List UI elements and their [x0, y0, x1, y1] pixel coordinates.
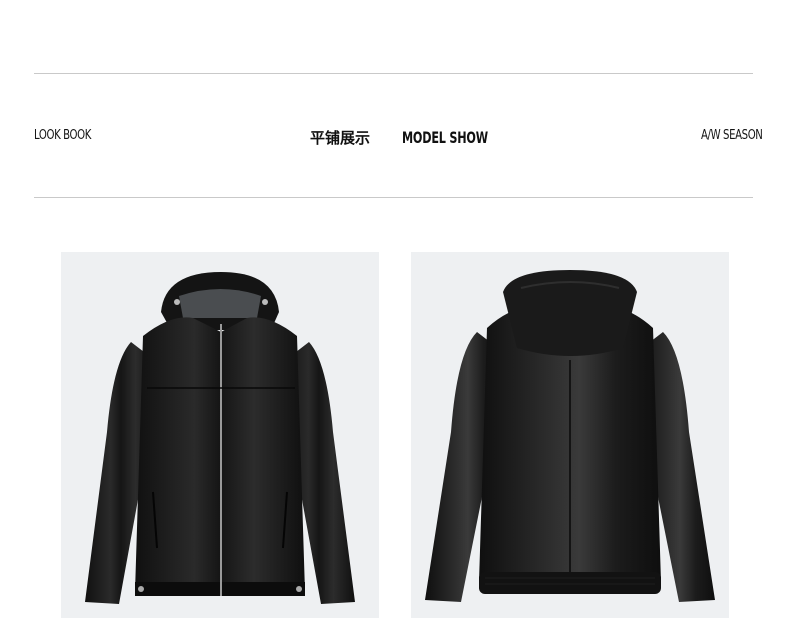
season-label: A/W SEASON: [701, 128, 763, 143]
jacket-front-icon: [85, 272, 355, 604]
jacket-back-image: [411, 252, 729, 618]
look-book-label: LOOK BOOK: [34, 128, 92, 143]
section-title: 平铺展示 MODEL SHOW: [310, 126, 490, 148]
jacket-back-icon: [425, 270, 715, 602]
top-divider: [34, 73, 753, 74]
bottom-divider: [34, 197, 753, 198]
jacket-front-image: [61, 252, 379, 618]
section-title-cn: 平铺展示: [310, 128, 371, 147]
section-title-en: MODEL SHOW: [402, 127, 488, 147]
